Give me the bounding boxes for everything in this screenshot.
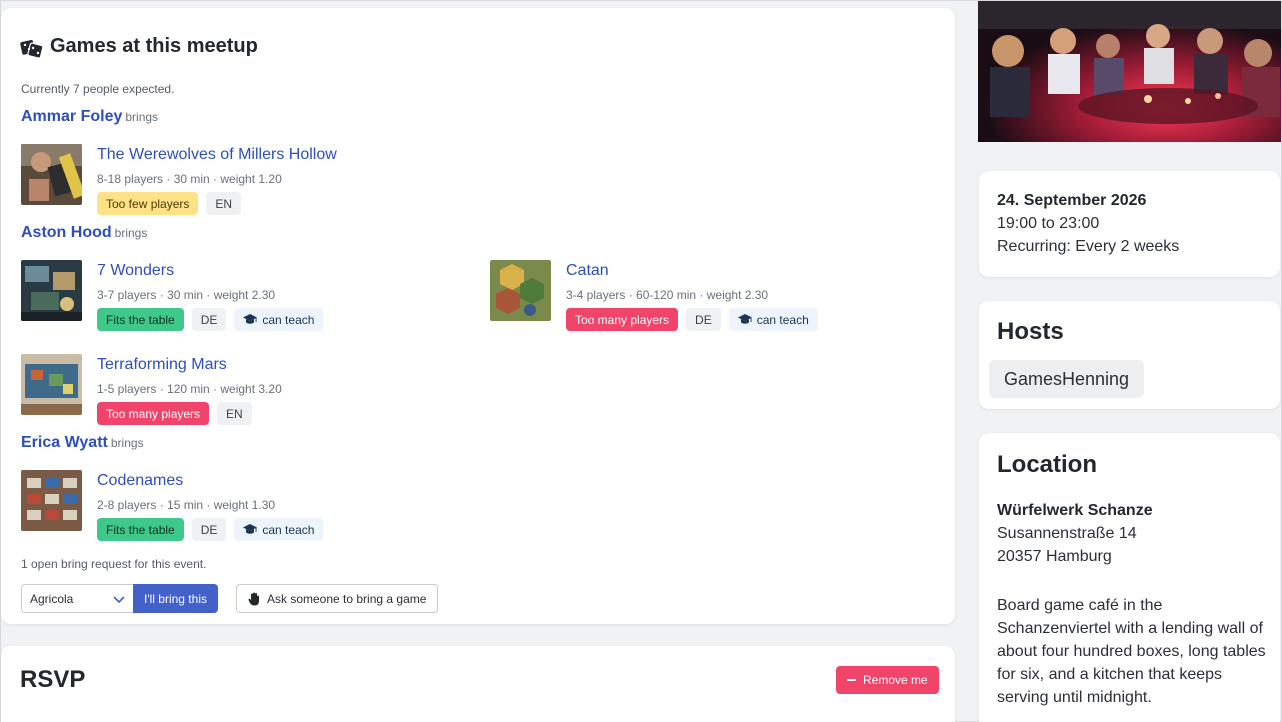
game-item: Catan 3-4 players · 60-120 min · weight …	[490, 260, 930, 331]
brings-label: brings	[110, 436, 144, 450]
event-info-card: 24. September 2026 19:00 to 23:00 Recurr…	[979, 171, 1280, 277]
venue-name: Würfelwerk Schanze	[997, 502, 1153, 519]
person-header: Ammar Foley brings	[21, 108, 158, 126]
game-meta: 3-4 players · 60-120 min · weight 2.30	[566, 288, 769, 302]
games-heading: Games at this meetup	[20, 35, 258, 58]
graduation-cap-icon	[737, 314, 752, 324]
brings-label: brings	[125, 110, 159, 124]
game-select[interactable]: Agricola	[21, 584, 133, 613]
games-card: Games at this meetup Currently 7 people …	[1, 8, 955, 624]
game-meta: 3-7 players · 30 min · weight 2.30	[97, 288, 276, 302]
game-item: 7 Wonders 3-7 players · 30 min · weight …	[21, 260, 461, 331]
can-teach-badge: can teach	[728, 308, 818, 331]
location-card: Location Würfelwerk Schanze Susannenstra…	[979, 433, 1280, 722]
bring-this-button[interactable]: I'll bring this	[133, 584, 218, 613]
location-title: Location	[997, 451, 1097, 478]
game-item: Terraforming Mars 1-5 players · 120 min …	[21, 354, 461, 425]
ask-someone-button[interactable]: Ask someone to bring a game	[236, 584, 439, 613]
game-title[interactable]: The Werewolves of Millers Hollow	[97, 146, 337, 164]
can-teach-label: can teach	[262, 522, 315, 537]
game-thumbnail[interactable]	[21, 260, 82, 321]
player-fit-badge: Fits the table	[97, 308, 184, 331]
player-fit-badge: Too many players	[97, 402, 210, 425]
game-title[interactable]: Codenames	[97, 472, 183, 490]
person-link[interactable]: Aston Hood	[21, 224, 112, 241]
game-thumbnail[interactable]	[21, 354, 82, 415]
game-thumbnail[interactable]	[21, 144, 82, 205]
venue-description: Board game café in the Schanzenviertel w…	[997, 597, 1266, 706]
game-meta: 1-5 players · 120 min · weight 3.20	[97, 382, 282, 396]
rsvp-title: RSVP	[20, 666, 86, 693]
remove-me-button[interactable]: Remove me	[836, 666, 939, 694]
graduation-cap-icon	[243, 314, 258, 324]
game-tags: Too few players EN	[97, 192, 242, 215]
game-meta: 2-8 players · 15 min · weight 1.30	[97, 498, 276, 512]
graduation-cap-icon	[243, 524, 258, 534]
games-title: Games at this meetup	[50, 35, 258, 57]
game-title[interactable]: Terraforming Mars	[97, 356, 227, 374]
hosts-title: Hosts	[997, 318, 1064, 345]
game-thumbnail[interactable]	[21, 470, 82, 531]
player-fit-badge: Fits the table	[97, 518, 184, 541]
can-teach-label: can teach	[756, 312, 809, 327]
can-teach-badge: can teach	[234, 518, 324, 541]
can-teach-label: can teach	[262, 312, 315, 327]
open-request-text: 1 open bring request for this event.	[21, 557, 207, 571]
language-badge: DE	[191, 308, 227, 331]
game-title[interactable]: 7 Wonders	[97, 262, 174, 280]
event-photo	[978, 1, 1281, 142]
game-tags: Too many players DE can teach	[566, 308, 818, 331]
can-teach-badge: can teach	[234, 308, 324, 331]
expected-count: Currently 7 people expected.	[21, 82, 175, 96]
venue-city: 20357 Hamburg	[997, 548, 1112, 565]
brings-label: brings	[114, 226, 148, 240]
person-header: Aston Hood brings	[21, 224, 147, 242]
game-tags: Fits the table DE can teach	[97, 308, 324, 331]
dice-icon	[20, 39, 44, 58]
ask-someone-label: Ask someone to bring a game	[267, 591, 427, 606]
person-header: Erica Wyatt brings	[21, 434, 144, 452]
person-link[interactable]: Erica Wyatt	[21, 434, 108, 451]
player-fit-badge: Too many players	[566, 308, 679, 331]
minus-icon	[847, 679, 856, 681]
rsvp-card: RSVP Remove me	[1, 646, 955, 722]
language-badge: EN	[206, 192, 242, 215]
bring-game-group: Agricola I'll bring this	[21, 584, 218, 613]
raised-hand-icon	[248, 592, 259, 605]
game-meta: 8-18 players · 30 min · weight 1.20	[97, 172, 282, 186]
venue-street: Susannenstraße 14	[997, 525, 1137, 542]
host-chip[interactable]: GamesHenning	[989, 360, 1145, 398]
game-title[interactable]: Catan	[566, 262, 609, 280]
language-badge: DE	[191, 518, 227, 541]
chevron-down-icon	[113, 596, 125, 604]
language-badge: DE	[686, 308, 721, 331]
event-recurring: Recurring: Every 2 weeks	[997, 238, 1180, 255]
game-select-value: Agricola	[30, 591, 74, 606]
language-badge: EN	[217, 402, 252, 425]
hosts-card: Hosts GamesHenning	[979, 301, 1280, 409]
game-item: The Werewolves of Millers Hollow 8-18 pl…	[21, 144, 461, 215]
event-date: 24. September 2026	[997, 192, 1147, 209]
game-tags: Fits the table DE can teach	[97, 518, 324, 541]
game-item: Codenames 2-8 players · 15 min · weight …	[21, 470, 461, 541]
game-tags: Too many players EN	[97, 402, 252, 425]
remove-me-label: Remove me	[863, 673, 928, 687]
person-link[interactable]: Ammar Foley	[21, 108, 122, 125]
event-time: 19:00 to 23:00	[997, 215, 1100, 232]
game-thumbnail[interactable]	[490, 260, 551, 321]
player-fit-badge: Too few players	[97, 192, 199, 215]
